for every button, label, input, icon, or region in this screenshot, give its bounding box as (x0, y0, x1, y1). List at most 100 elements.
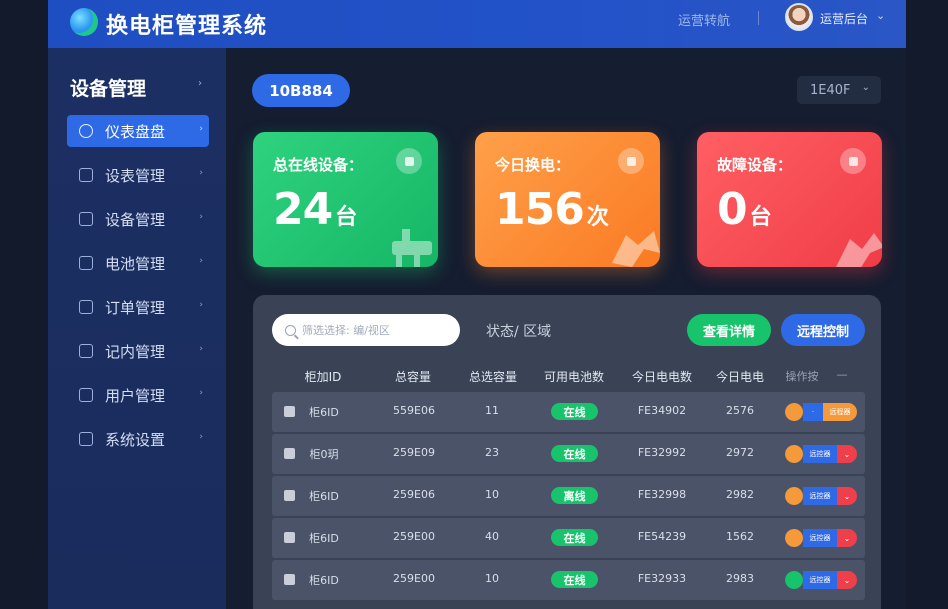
remote-action[interactable]: · (803, 403, 823, 421)
row-checkbox[interactable] (284, 490, 295, 501)
remote-action-label[interactable]: 远控器 (803, 529, 837, 547)
dashboard-icon (79, 124, 93, 138)
sidebar-item-meter[interactable]: 设表管理 › (67, 159, 209, 191)
table-row[interactable]: 柜6ID 559E06 11 在线 FE34902 2576 · 远程器 (272, 392, 865, 432)
table-row[interactable]: 柜6ID 259E00 10 在线 FE32933 2983 远控器 ⌄ (272, 560, 865, 600)
column-more: — (836, 368, 848, 381)
today-swap-count: FE32992 (637, 446, 687, 459)
cabinet-id: 柜6ID (309, 490, 339, 503)
row-checkbox[interactable] (284, 532, 295, 543)
today-swap-count: FE32998 (637, 488, 687, 501)
user-menu-label[interactable]: 运营后台 (820, 10, 868, 27)
toggle-icon[interactable] (785, 529, 803, 547)
row-checkbox[interactable] (284, 448, 295, 459)
user-avatar[interactable] (785, 3, 813, 31)
selected-capacity: 10 (485, 488, 499, 501)
app-logo-icon (70, 8, 98, 36)
table-row[interactable]: 柜6ID 259E00 40 在线 FE54239 1562 远控器 ⌄ (272, 518, 865, 558)
main-content: 10B884 1E40F ⌄ 总在线设备： 24 台 今日换电： 156 次 故障设… (226, 48, 906, 609)
remote-action-label[interactable]: 远控器 (803, 571, 837, 589)
today-swap: 1562 (726, 530, 754, 543)
app-title: 换电柜管理系统 (106, 14, 268, 39)
user-icon (79, 168, 93, 182)
sidebar-item-devices[interactable]: 设备管理 › (67, 203, 209, 235)
sidebar-item-label: 记内管理 (105, 342, 166, 361)
row-checkbox[interactable] (284, 574, 295, 585)
column-header: 总选容量 (468, 370, 517, 384)
cabinet-select-value: 1E40F (810, 82, 851, 98)
sidebar-item-settings[interactable]: 系统设置 › (67, 423, 209, 455)
header-divider (758, 11, 759, 25)
card-value: 0台 (717, 184, 772, 235)
selected-capacity: 40 (485, 530, 499, 543)
remote-action-label[interactable]: 远控器 (803, 445, 837, 463)
status-badge: 在线 (551, 529, 598, 546)
today-swap-count: FE32933 (637, 572, 687, 585)
sidebar-item-label: 设备管理 (105, 210, 166, 229)
sidebar-item-label: 系统设置 (105, 430, 166, 449)
sidebar-item-label: 用户管理 (105, 386, 166, 405)
table-row[interactable]: 柜6ID 259E06 10 离线 FE32998 2982 远控器 ⌄ (272, 476, 865, 516)
chevron-right-icon: › (199, 256, 203, 266)
chevron-down-icon[interactable]: ⌄ (876, 9, 885, 22)
sidebar-item-records[interactable]: 记内管理 › (67, 335, 209, 367)
toggle-icon[interactable] (785, 445, 803, 463)
warning-icon (836, 233, 882, 267)
cabinet-select[interactable]: 1E40F ⌄ (797, 76, 881, 104)
column-header: 今日电电数 (631, 370, 692, 384)
fault-devices-card: 故障设备： 0台 (697, 132, 882, 267)
card-badge-icon (618, 148, 644, 174)
status-badge: 在线 (551, 403, 598, 420)
card-badge-icon (840, 148, 866, 174)
toggle-icon[interactable] (785, 487, 803, 505)
status-badge: 在线 (551, 571, 598, 588)
row-actions[interactable]: 远控器 ⌄ (785, 487, 857, 505)
cabinet-id: 柜6ID (309, 406, 339, 419)
search-icon (285, 324, 296, 336)
column-header: 总容量 (394, 370, 431, 384)
device-id-pill[interactable]: 10B884 (252, 74, 350, 107)
total-capacity: 259E00 (393, 530, 435, 543)
battery-icon (79, 256, 93, 270)
column-header: 可用电池数 (543, 370, 604, 384)
row-actions[interactable]: 远控器 ⌄ (785, 571, 857, 589)
sidebar-item-battery[interactable]: 电池管理 › (67, 247, 209, 279)
table-row[interactable]: 柜0玥 259E09 23 在线 FE32992 2972 远控器 ⌄ (272, 434, 865, 474)
status-region-filter[interactable]: 状态/ 区域 (486, 321, 551, 341)
card-label: 故障设备： (717, 156, 793, 174)
remote-action-label[interactable]: 远程器 (823, 403, 857, 421)
row-checkbox[interactable] (284, 406, 295, 417)
search-input[interactable]: 筛选选择: 编/视区 (272, 314, 460, 346)
online-devices-card: 总在线设备： 24 台 (253, 132, 438, 267)
selected-capacity: 10 (485, 572, 499, 585)
device-icon (79, 212, 93, 226)
chevron-right-icon: › (199, 344, 203, 354)
chevron-down-icon[interactable]: ⌄ (837, 529, 857, 547)
sidebar-item-label: 设表管理 (105, 166, 166, 185)
search-placeholder: 筛选选择: 编/视区 (302, 324, 390, 337)
remote-action-label[interactable]: 远控器 (803, 487, 837, 505)
sidebar-item-orders[interactable]: 订单管理 › (67, 291, 209, 323)
row-actions[interactable]: · 远程器 (785, 403, 857, 421)
sidebar-item-users[interactable]: 用户管理 › (67, 379, 209, 411)
total-capacity: 559E06 (393, 404, 435, 417)
settings-icon (79, 432, 93, 446)
sidebar: 设备管理 › 仪表盘盘 › 设表管理 › 设备管理 › 电池管理 › 订单管理 … (48, 48, 226, 609)
header-nav-link[interactable]: 运营转航 (678, 10, 730, 29)
chevron-down-icon[interactable]: ⌄ (837, 571, 857, 589)
today-swap: 2983 (726, 572, 754, 585)
view-details-button[interactable]: 查看详情 (687, 314, 771, 346)
cabinet-id: 柜6ID (309, 574, 339, 587)
chevron-down-icon[interactable]: ⌄ (837, 445, 857, 463)
today-swap: 2576 (726, 404, 754, 417)
status-badge: 在线 (551, 445, 598, 462)
toggle-icon[interactable] (785, 571, 803, 589)
row-actions[interactable]: 远控器 ⌄ (785, 445, 857, 463)
column-header: 柜加ID (304, 370, 342, 384)
total-capacity: 259E06 (393, 488, 435, 501)
row-actions[interactable]: 远控器 ⌄ (785, 529, 857, 547)
toggle-icon[interactable] (785, 403, 803, 421)
chevron-down-icon[interactable]: ⌄ (837, 487, 857, 505)
sidebar-item-dashboard[interactable]: 仪表盘盘 › (67, 115, 209, 147)
remote-control-button[interactable]: 远程控制 (781, 314, 865, 346)
